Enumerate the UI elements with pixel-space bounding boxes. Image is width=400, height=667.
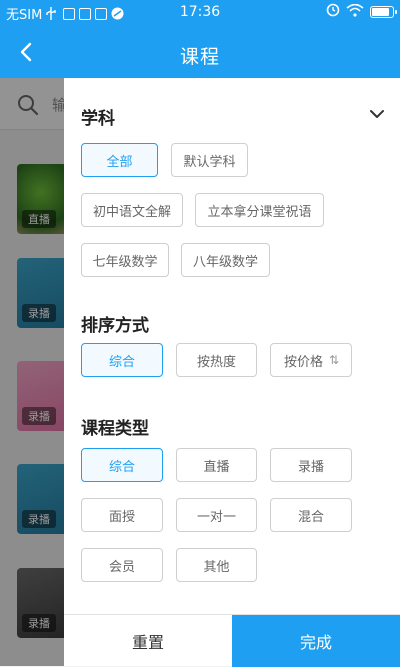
- page-title: 课程: [179, 46, 220, 68]
- sort-option-comprehensive[interactable]: 综合: [81, 343, 163, 377]
- subject-option-liben[interactable]: 立本拿分课堂祝语: [195, 193, 324, 227]
- filter-footer: 重置 完成: [64, 614, 400, 667]
- type-option-recorded[interactable]: 录播: [270, 448, 352, 482]
- sort-price-label: 按价格: [283, 354, 323, 370]
- subject-option-default[interactable]: 默认学科: [171, 143, 248, 177]
- sort-title: 排序方式: [81, 316, 149, 336]
- subject-option-grade8-math[interactable]: 八年级数学: [181, 243, 270, 277]
- reset-button[interactable]: 重置: [64, 615, 232, 667]
- app-header: 无SIM 17:36 课程: [0, 0, 400, 78]
- type-title: 课程类型: [81, 419, 149, 439]
- type-option-other[interactable]: 其他: [176, 548, 257, 582]
- type-section: 课程类型: [81, 414, 381, 439]
- chevron-down-icon[interactable]: [367, 104, 387, 124]
- title-bar: 课程: [0, 30, 400, 78]
- subject-section: 学科: [81, 104, 384, 129]
- type-option-member[interactable]: 会员: [81, 548, 163, 582]
- sort-section: 排序方式: [81, 311, 381, 336]
- status-bar: 无SIM 17:36: [0, 0, 400, 26]
- subject-option-all[interactable]: 全部: [81, 143, 158, 177]
- subject-title: 学科: [81, 109, 115, 129]
- filter-drawer: 学科 全部 默认学科 初中语文全解 立本拿分课堂祝语 七年级数学 八年级数学 排…: [64, 78, 400, 667]
- type-option-one-on-one[interactable]: 一对一: [176, 498, 257, 532]
- sort-option-price[interactable]: 按价格 ⇅: [270, 343, 352, 377]
- status-right: [326, 3, 397, 21]
- type-option-live[interactable]: 直播: [176, 448, 257, 482]
- wifi-icon: [346, 3, 364, 21]
- sort-option-popularity[interactable]: 按热度: [176, 343, 257, 377]
- type-option-comprehensive[interactable]: 综合: [81, 448, 163, 482]
- subject-option-junior-chinese[interactable]: 初中语文全解: [81, 193, 183, 227]
- type-option-mixed[interactable]: 混合: [270, 498, 352, 532]
- alarm-icon: [326, 3, 340, 21]
- sort-arrows-icon: ⇅: [328, 353, 339, 367]
- battery-icon: [370, 6, 397, 18]
- done-button[interactable]: 完成: [232, 615, 400, 667]
- subject-option-grade7-math[interactable]: 七年级数学: [81, 243, 169, 277]
- type-option-in-person[interactable]: 面授: [81, 498, 163, 532]
